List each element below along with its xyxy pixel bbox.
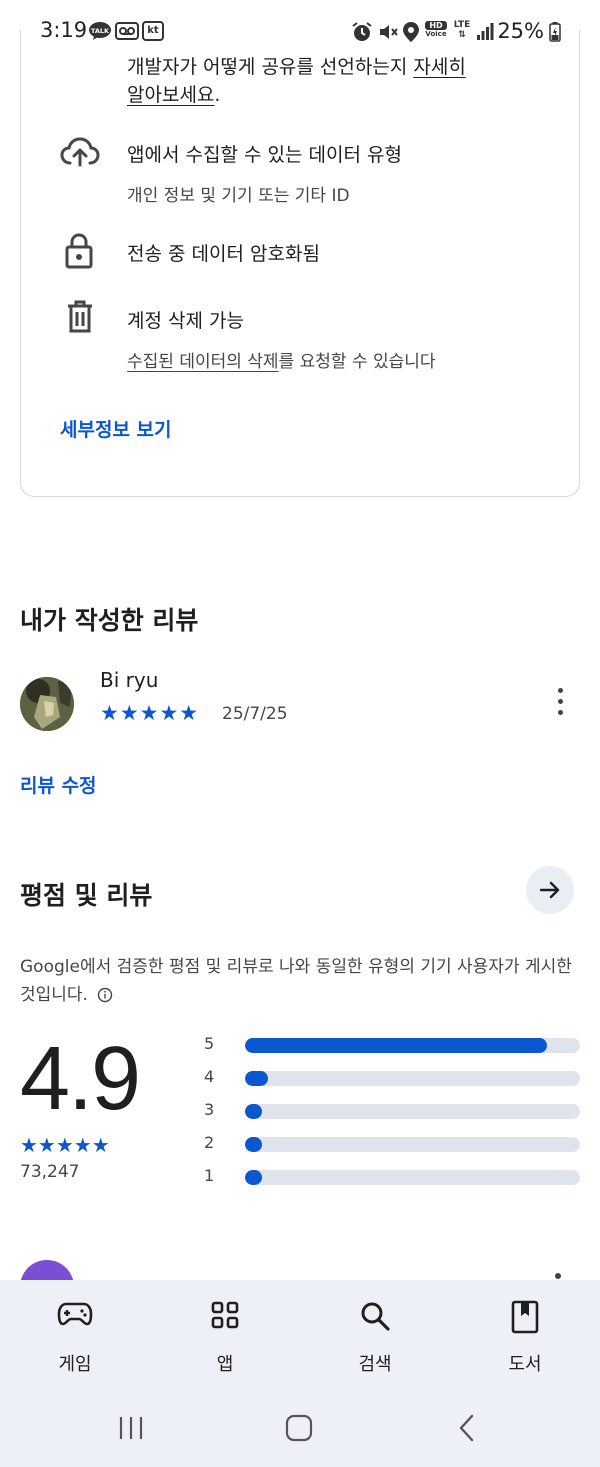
average-stars: ★★★★★: [20, 1133, 110, 1157]
learn-more-link-part2[interactable]: 알아보세요: [127, 84, 214, 106]
lte-label: LTE: [453, 20, 471, 30]
collected-data-subtitle: 개인 정보 및 기기 또는 기타 ID: [127, 186, 350, 206]
review-date: 25/7/25: [222, 704, 288, 724]
lock-icon: [65, 233, 93, 269]
rating-bar-fill: [245, 1071, 269, 1086]
rating-bar-fill: [245, 1170, 262, 1185]
nav-apps[interactable]: 앱: [150, 1280, 300, 1395]
system-navigation: [0, 1395, 600, 1467]
trash-icon: [68, 300, 92, 333]
rating-bar-track: [245, 1071, 580, 1086]
rating-bar-track: [245, 1038, 580, 1053]
ratings-arrow-button[interactable]: [526, 866, 574, 914]
average-score: 4.9: [20, 1029, 141, 1129]
ratings-description: Google에서 검증한 평점 및 리뷰로 나와 동일한 유형의 기기 사용자가…: [20, 953, 580, 1009]
rating-bar-track: [245, 1170, 580, 1185]
book-icon: [511, 1300, 539, 1334]
back-icon[interactable]: [454, 1413, 480, 1443]
recents-icon[interactable]: [116, 1413, 146, 1443]
collected-data-title: 앱에서 수집할 수 있는 데이터 유형: [127, 144, 402, 166]
bottom-navigation: 게임 앱 검색 도서: [0, 1280, 600, 1395]
search-icon: [361, 1302, 390, 1331]
rating-bar-fill: [245, 1038, 547, 1053]
gamepad-icon: [57, 1302, 93, 1326]
data-deletion-rest: 를 요청할 수 있습니다: [278, 352, 436, 372]
home-icon[interactable]: [284, 1413, 314, 1443]
account-deletion-subtitle: 수집된 데이터의 삭제를 요청할 수 있습니다: [127, 347, 436, 372]
avatar[interactable]: [20, 677, 74, 731]
rating-bar-row: 5: [204, 1034, 580, 1054]
my-review-title: 내가 작성한 리뷰: [20, 606, 199, 635]
arrow-right-icon: [539, 881, 560, 899]
info-icon[interactable]: [97, 987, 113, 1003]
safety-intro-prefix: 개발자가 어떻게 공유를 선언하는지: [127, 56, 414, 78]
reviewer-name: Bi ryu: [100, 668, 159, 692]
nav-games[interactable]: 게임: [0, 1280, 150, 1395]
rating-bar-label: 3: [204, 1100, 215, 1119]
apps-grid-icon: [211, 1301, 239, 1329]
average-stars-text: ★★★★★: [20, 1133, 110, 1157]
hd-label: HD: [425, 21, 447, 30]
cloud-upload-icon: [60, 137, 100, 167]
rating-bar-fill: [245, 1104, 262, 1119]
account-deletion-title: 계정 삭제 가능: [127, 310, 244, 332]
rating-bar-row: 2: [204, 1133, 580, 1153]
nav-apps-label: 앱: [216, 1354, 234, 1375]
nav-search[interactable]: 검색: [300, 1280, 450, 1395]
rating-bar-row: 3: [204, 1100, 580, 1120]
rating-bar-track: [245, 1104, 580, 1119]
rating-bar-label: 4: [204, 1067, 215, 1086]
nav-games-label: 게임: [58, 1354, 92, 1375]
safety-intro-line2: 알아보세요.: [127, 80, 220, 107]
avatar-image: [20, 677, 74, 731]
rating-bar-label: 5: [204, 1034, 215, 1053]
nav-books-label: 도서: [508, 1354, 542, 1375]
my-review-stars: ★★★★★: [100, 701, 200, 725]
ratings-title: 평점 및 리뷰: [20, 881, 153, 910]
rating-bar-row: 1: [204, 1166, 580, 1186]
nav-search-label: 검색: [358, 1354, 392, 1375]
edit-review-link[interactable]: 리뷰 수정: [20, 771, 97, 798]
safety-intro-suffix: .: [214, 84, 221, 106]
safety-intro-line1: 개발자가 어떻게 공유를 선언하는지 자세히: [127, 52, 466, 79]
rating-bar-row: 4: [204, 1067, 580, 1087]
rating-bar-label: 2: [204, 1133, 215, 1152]
see-details-link[interactable]: 세부정보 보기: [60, 415, 172, 442]
data-deletion-link[interactable]: 수집된 데이터의 삭제: [127, 352, 279, 372]
review-count: 73,247: [20, 1162, 80, 1182]
rating-bar-label: 1: [204, 1166, 215, 1185]
next-review-more-icon[interactable]: [555, 1273, 561, 1279]
encryption-title: 전송 중 데이터 암호화됨: [127, 243, 320, 265]
rating-bar-track: [245, 1137, 580, 1152]
rating-bar-fill: [245, 1137, 262, 1152]
nav-books[interactable]: 도서: [450, 1280, 600, 1395]
learn-more-link-part1[interactable]: 자세히: [413, 56, 465, 78]
more-options-icon[interactable]: [550, 688, 570, 722]
